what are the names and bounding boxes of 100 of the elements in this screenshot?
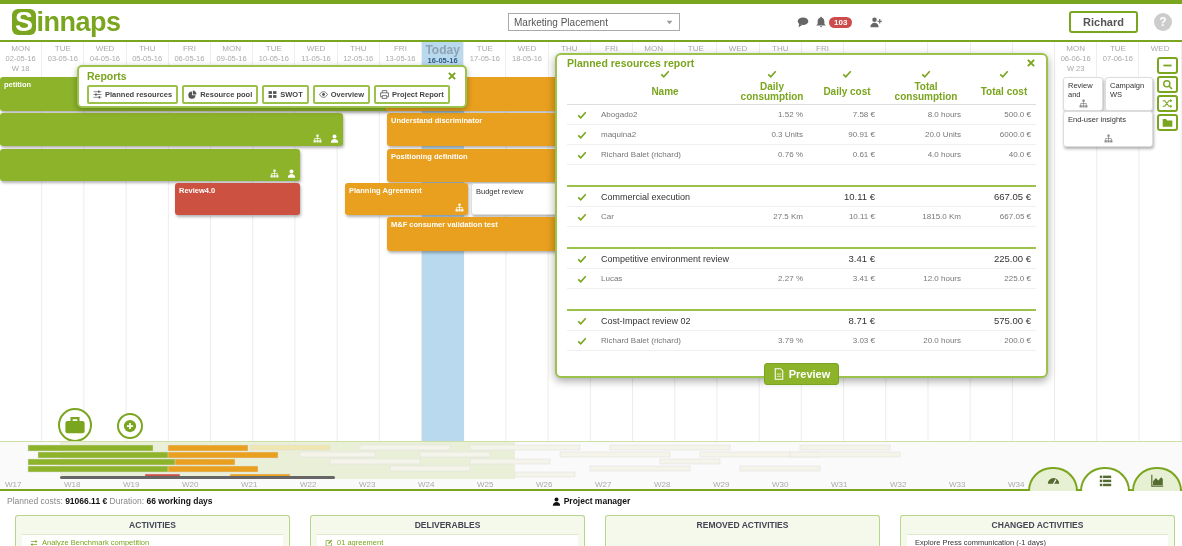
briefcase-button[interactable]	[58, 408, 92, 442]
week-label: W17	[5, 480, 23, 489]
table-cell-text: Competitive environment review	[600, 253, 731, 264]
folder-button[interactable]	[1157, 114, 1178, 131]
search-button[interactable]	[1157, 76, 1178, 93]
project-manager-label: Project manager	[563, 496, 631, 506]
view-tab[interactable]	[1028, 467, 1078, 491]
table-cell-text: 0.61 €	[851, 150, 876, 159]
close-icon	[447, 71, 457, 81]
hierarchy-icon	[313, 134, 322, 143]
hierarchy-icon	[1078, 99, 1088, 108]
table-cell-text: maquina2	[600, 130, 638, 139]
column-header: Daily cost	[823, 85, 871, 99]
add-button[interactable]	[117, 413, 143, 439]
week-label: W20	[182, 480, 200, 489]
table-cell-text: Commercial execution	[600, 191, 692, 202]
week-label: W32	[890, 480, 908, 489]
check-icon[interactable]	[577, 273, 587, 284]
search-icon	[1162, 79, 1173, 90]
project-select[interactable]: Marketing Placement	[508, 13, 680, 31]
table-cell-text: 20.0 hours	[922, 336, 962, 345]
table-cell-text: 667.05 €	[998, 212, 1032, 221]
week-label: W18	[64, 480, 82, 489]
panel-title: DELIVERABLES	[413, 519, 482, 532]
list-icon	[1098, 473, 1112, 487]
check-icon[interactable]	[577, 335, 587, 346]
folder-icon	[1162, 117, 1173, 128]
table-cell-text: 4.0 hours	[926, 150, 962, 159]
notification-badge: 103	[829, 16, 853, 28]
shuffle-button[interactable]	[1157, 95, 1178, 112]
close-icon	[1026, 58, 1036, 68]
column-header: Daily consumption	[739, 82, 805, 102]
table-cell-text: 40.0 €	[1007, 150, 1032, 159]
table-cell-text: 27.5 Km	[772, 212, 804, 221]
table-cell-text: 0.3 Units	[770, 130, 804, 139]
grid-icon	[268, 90, 278, 99]
view-tab[interactable]	[1080, 467, 1130, 491]
table-cell-text: 225.0 €	[1003, 274, 1032, 283]
app-logo: Sinnaps	[0, 6, 508, 38]
hierarchy-icon	[1103, 134, 1113, 143]
table-cell-text: 1.52 %	[777, 110, 804, 119]
person-icon	[551, 496, 561, 506]
area-chart-icon	[1150, 473, 1164, 487]
table-cell-text: 90.91 €	[847, 130, 876, 139]
user-button[interactable]: Richard	[1069, 11, 1138, 33]
check-icon[interactable]	[577, 191, 587, 202]
table-cell-text: 500.0 €	[1003, 110, 1032, 119]
panel-title: ACTIVITIES	[128, 519, 177, 532]
check-icon[interactable]	[577, 149, 587, 160]
view-tab[interactable]	[1132, 467, 1182, 491]
check-icon[interactable]	[842, 69, 852, 79]
panel-title: REMOVED ACTIVITIES	[695, 519, 790, 532]
table-cell-text: 10.11 €	[843, 191, 876, 202]
zoom-out-button[interactable]	[1157, 57, 1178, 74]
eye-icon	[318, 90, 328, 99]
check-icon[interactable]	[999, 69, 1009, 79]
person-icon	[287, 169, 296, 178]
week-label: W30	[772, 480, 790, 489]
check-icon[interactable]	[767, 69, 777, 79]
check-icon[interactable]	[921, 69, 931, 79]
column-header: Name	[651, 85, 679, 99]
week-label: W34	[1008, 480, 1026, 489]
table-cell-text: 6000.0 €	[998, 130, 1032, 139]
table-cell-text: Richard Balet (richard)	[600, 150, 683, 159]
week-label: W19	[123, 480, 141, 489]
check-icon[interactable]	[660, 69, 670, 79]
check-icon[interactable]	[577, 211, 587, 222]
week-label: W22	[300, 480, 318, 489]
week-label: W28	[654, 480, 672, 489]
week-label: W24	[418, 480, 436, 489]
document-icon	[772, 368, 785, 380]
check-icon[interactable]	[577, 109, 587, 120]
week-label: W23	[359, 480, 377, 489]
pie-chart-icon	[188, 90, 198, 99]
swap-arrows-icon	[30, 538, 38, 546]
week-label: W25	[477, 480, 495, 489]
table-cell-text: 8.0 hours	[926, 110, 962, 119]
check-icon[interactable]	[577, 129, 587, 140]
table-cell-text: Cost-Impact review 02	[600, 315, 692, 326]
check-icon[interactable]	[577, 253, 587, 264]
chat-icon	[797, 16, 809, 28]
week-label: W27	[595, 480, 613, 489]
table-cell-text: Richard Balet (richard)	[600, 336, 683, 345]
column-header: Total consumption	[893, 82, 959, 102]
table-cell-text: Lucas	[600, 274, 624, 283]
table-cell-text: 7.58 €	[851, 110, 876, 119]
table-cell-text: 0.76 %	[777, 150, 804, 159]
edit-icon	[325, 538, 333, 546]
sliders-icon	[93, 90, 102, 99]
check-icon[interactable]	[577, 315, 587, 326]
table-cell-text: 3.03 €	[851, 336, 876, 345]
person-icon	[330, 134, 339, 143]
table-cell-text: 2.27 %	[777, 274, 804, 283]
add-user-icon	[870, 16, 883, 28]
panel-title: CHANGED ACTIVITIES	[990, 519, 1085, 532]
table-cell-text: 10.11 €	[847, 212, 876, 221]
shuffle-icon	[1162, 98, 1173, 109]
table-cell-text: 1815.0 Km	[921, 212, 962, 221]
table-cell-text: Car	[600, 212, 615, 221]
week-label: W29	[713, 480, 731, 489]
